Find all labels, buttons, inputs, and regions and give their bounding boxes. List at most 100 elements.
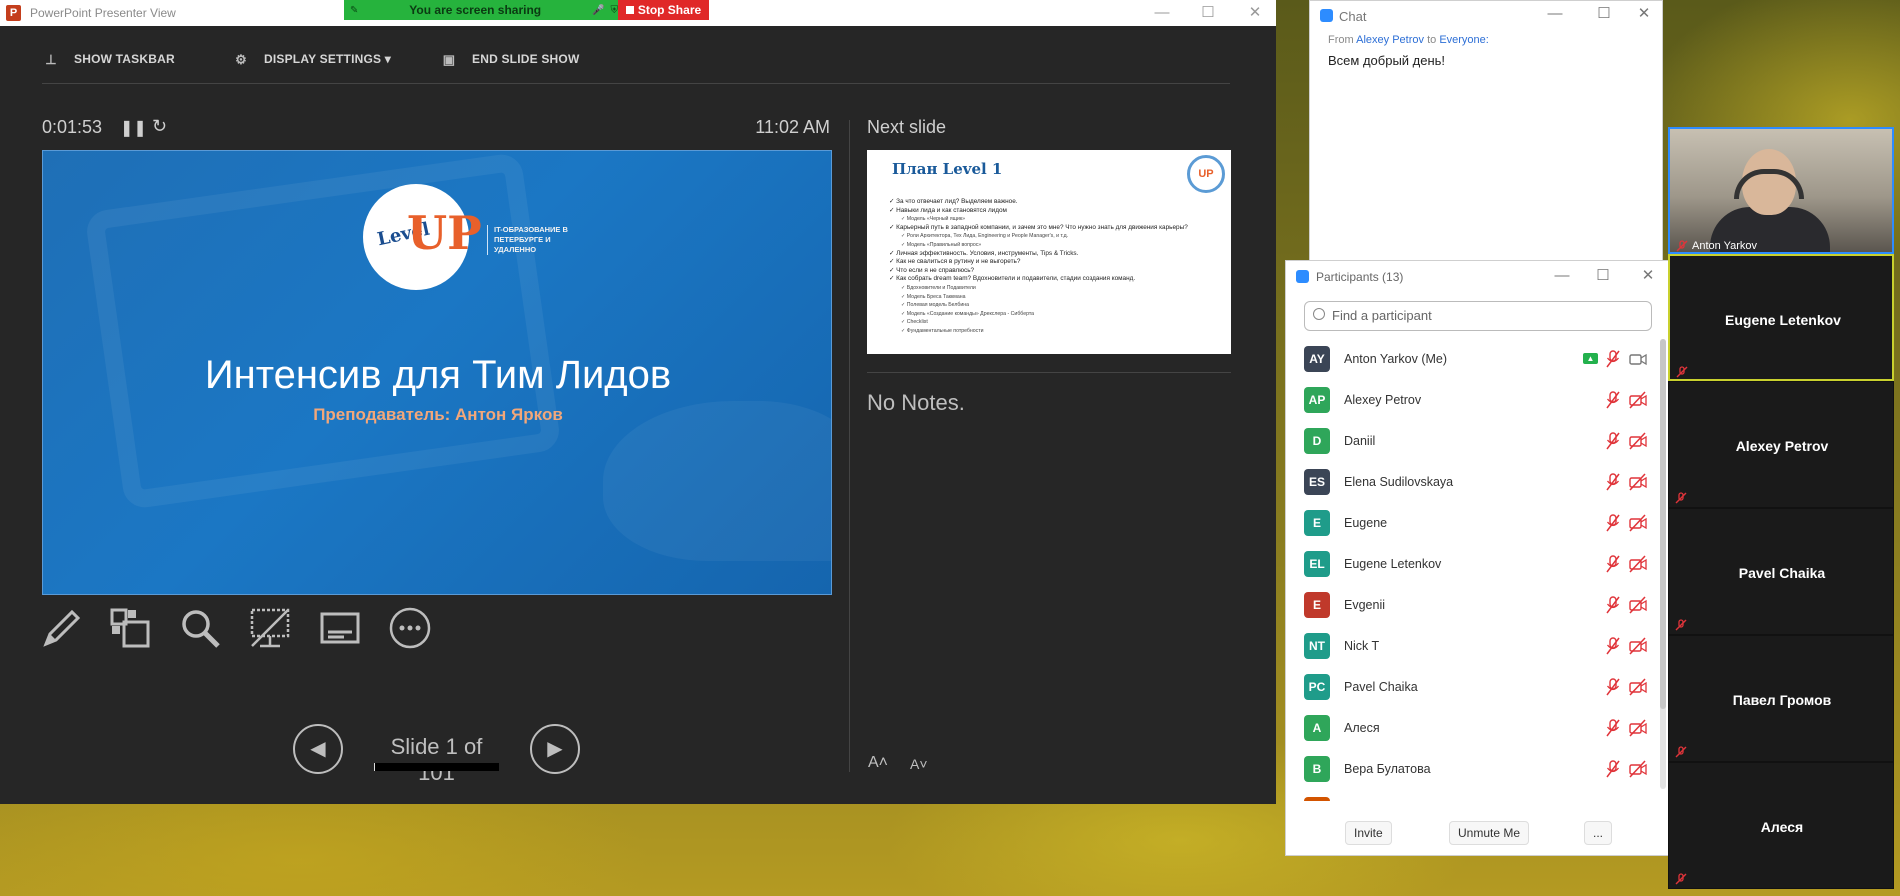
participant-row[interactable]: AY Anton Yarkov (Me) ▲ bbox=[1286, 339, 1656, 380]
chat-minimize-icon[interactable]: — bbox=[1543, 4, 1567, 24]
reset-timer-icon[interactable]: ↻ bbox=[152, 116, 167, 137]
participants-minimize-icon[interactable]: — bbox=[1550, 266, 1574, 286]
video-off-icon[interactable] bbox=[1629, 391, 1647, 409]
participants-maximize-icon[interactable]: ☐ bbox=[1591, 266, 1615, 286]
slide-counter[interactable]: Slide 1 of 101 bbox=[374, 734, 499, 786]
self-video-tile[interactable]: Anton Yarkov bbox=[1668, 127, 1894, 254]
participant-row[interactable]: D Daniil bbox=[1286, 421, 1656, 462]
pen-tool-icon[interactable] bbox=[40, 606, 84, 650]
zoom-slide-icon[interactable] bbox=[178, 606, 222, 650]
participant-row[interactable]: AP Alexey Petrov bbox=[1286, 380, 1656, 421]
participant-row[interactable]: NT Nick T bbox=[1286, 626, 1656, 667]
current-slide[interactable]: Level UP IT-ОБРАЗОВАНИЕ В ПЕТЕРБУРГЕ И УД… bbox=[42, 150, 832, 595]
pause-timer-icon[interactable]: ❚❚ bbox=[120, 118, 147, 138]
from-prefix: From bbox=[1328, 34, 1354, 46]
participants-close-icon[interactable]: ✕ bbox=[1636, 266, 1660, 286]
participant-avatar: NT bbox=[1304, 633, 1330, 659]
participant-avatar: AY bbox=[1304, 346, 1330, 372]
video-off-icon[interactable] bbox=[1629, 432, 1647, 450]
scrollbar-thumb[interactable] bbox=[1660, 339, 1666, 709]
unmute-me-button[interactable]: Unmute Me bbox=[1449, 821, 1530, 845]
participant-avatar: B bbox=[1304, 756, 1330, 782]
black-screen-icon[interactable] bbox=[248, 606, 292, 650]
muted-mic-icon[interactable] bbox=[1605, 514, 1621, 532]
muted-mic-icon[interactable] bbox=[1605, 555, 1621, 573]
maximize-icon[interactable]: ☐ bbox=[1196, 3, 1220, 23]
participant-video-tile[interactable]: Алеся bbox=[1668, 762, 1894, 889]
participant-name: Eugene Letenkov bbox=[1344, 557, 1442, 571]
muted-mic-icon[interactable] bbox=[1605, 473, 1621, 491]
participant-row[interactable]: B Вера Булатова bbox=[1286, 749, 1656, 790]
participants-title: Participants (13) bbox=[1316, 270, 1404, 284]
video-off-icon[interactable] bbox=[1629, 555, 1647, 573]
next-slide-bullet: ✓ Модель «Правильный вопрос» bbox=[901, 241, 982, 248]
participant-video-tile[interactable]: Eugene Letenkov bbox=[1668, 254, 1894, 381]
participant-video-tile[interactable]: Павел Громов bbox=[1668, 635, 1894, 762]
chat-maximize-icon[interactable]: ☐ bbox=[1592, 4, 1616, 24]
sharing-indicator[interactable]: ✎ You are screen sharing 🎤 ⛨ bbox=[344, 0, 618, 20]
muted-mic-icon[interactable] bbox=[1605, 760, 1621, 778]
stop-share-button[interactable]: Stop Share bbox=[618, 0, 709, 20]
previous-slide-button[interactable]: ◀ bbox=[293, 724, 343, 774]
video-off-icon[interactable] bbox=[1629, 596, 1647, 614]
increase-font-icon[interactable]: A˄ bbox=[868, 754, 888, 772]
video-off-icon[interactable] bbox=[1629, 678, 1647, 696]
invite-button[interactable]: Invite bbox=[1345, 821, 1392, 845]
participants-titlebar: Participants (13) — ☐ ✕ bbox=[1286, 261, 1671, 291]
subtitles-icon[interactable] bbox=[318, 606, 362, 650]
muted-mic-icon bbox=[1675, 619, 1687, 631]
muted-mic-icon[interactable] bbox=[1605, 350, 1621, 368]
minimize-icon[interactable]: — bbox=[1150, 3, 1174, 23]
next-slide-logo: UP bbox=[1187, 155, 1225, 193]
muted-mic-icon[interactable] bbox=[1605, 678, 1621, 696]
muted-mic-icon[interactable] bbox=[1605, 596, 1621, 614]
show-taskbar-button[interactable]: ⊥ SHOW TASKBAR bbox=[42, 52, 175, 67]
participant-video-tile[interactable]: Alexey Petrov bbox=[1668, 381, 1894, 508]
video-off-icon[interactable] bbox=[1629, 760, 1647, 778]
muted-mic-icon[interactable] bbox=[1605, 391, 1621, 409]
video-off-icon[interactable] bbox=[1629, 719, 1647, 737]
participant-name: Alexey Petrov bbox=[1344, 393, 1422, 407]
display-settings-button[interactable]: ⚙ DISPLAY SETTINGS ▾ bbox=[232, 52, 391, 67]
video-off-icon[interactable] bbox=[1629, 473, 1647, 491]
muted-mic-icon[interactable] bbox=[1605, 637, 1621, 655]
next-slide-preview[interactable]: План Level 1 UP ✓ За что отвечает лид? В… bbox=[867, 150, 1231, 354]
find-participant-input[interactable]: Find a participant bbox=[1304, 301, 1652, 331]
participant-name: Nick T bbox=[1344, 639, 1380, 653]
participant-video-tile[interactable]: Pavel Chaika bbox=[1668, 508, 1894, 635]
close-icon[interactable]: ✕ bbox=[1243, 3, 1267, 23]
participant-row[interactable]: E Evgenii bbox=[1286, 585, 1656, 626]
elapsed-timer: 0:01:53 bbox=[42, 117, 103, 137]
window-title: PowerPoint Presenter View bbox=[30, 6, 176, 20]
participant-avatar: E bbox=[1304, 510, 1330, 536]
video-on-icon[interactable] bbox=[1629, 350, 1647, 368]
end-slide-show-button[interactable]: ▣ END SLIDE SHOW bbox=[440, 52, 580, 67]
muted-mic-icon[interactable] bbox=[1605, 719, 1621, 737]
participant-name: Evgenii bbox=[1344, 598, 1385, 612]
participant-row[interactable]: ППавел Громов bbox=[1286, 790, 1656, 801]
next-slide-bullet: ✓ Роли Архитектора, Тех Лида, Engineerin… bbox=[901, 233, 1069, 240]
video-off-icon[interactable] bbox=[1629, 637, 1647, 655]
display-settings-icon: ⚙ bbox=[235, 52, 247, 67]
participant-row[interactable]: E Eugene bbox=[1286, 503, 1656, 544]
to-word: to bbox=[1427, 34, 1437, 46]
muted-mic-icon[interactable] bbox=[1605, 432, 1621, 450]
participant-row[interactable]: ES Elena Sudilovskaya bbox=[1286, 462, 1656, 503]
chat-message-text: Всем добрый день! bbox=[1328, 53, 1446, 68]
see-all-slides-icon[interactable] bbox=[108, 606, 152, 650]
chat-sender[interactable]: Alexey Petrov bbox=[1356, 34, 1424, 46]
participant-row[interactable]: EL Eugene Letenkov bbox=[1286, 544, 1656, 585]
video-off-icon[interactable] bbox=[1629, 514, 1647, 532]
next-slide-button[interactable]: ▶ bbox=[530, 724, 580, 774]
next-slide-bullet: ✓ Полевая модель Белбина bbox=[901, 302, 970, 309]
chat-close-icon[interactable]: ✕ bbox=[1632, 4, 1656, 24]
slide-progress-bar bbox=[374, 763, 499, 771]
screen-share-banner: ✎ You are screen sharing 🎤 ⛨ Stop Share bbox=[344, 0, 709, 20]
more-options-icon[interactable] bbox=[388, 606, 432, 650]
decrease-font-icon[interactable]: A˅ bbox=[910, 756, 928, 772]
chat-recipient[interactable]: Everyone: bbox=[1439, 34, 1489, 46]
participant-list-scrollbar[interactable] bbox=[1660, 339, 1666, 789]
participant-row[interactable]: PC Pavel Chaika bbox=[1286, 667, 1656, 708]
more-button[interactable]: ... bbox=[1584, 821, 1613, 845]
participant-row[interactable]: A Алеся bbox=[1286, 708, 1656, 749]
